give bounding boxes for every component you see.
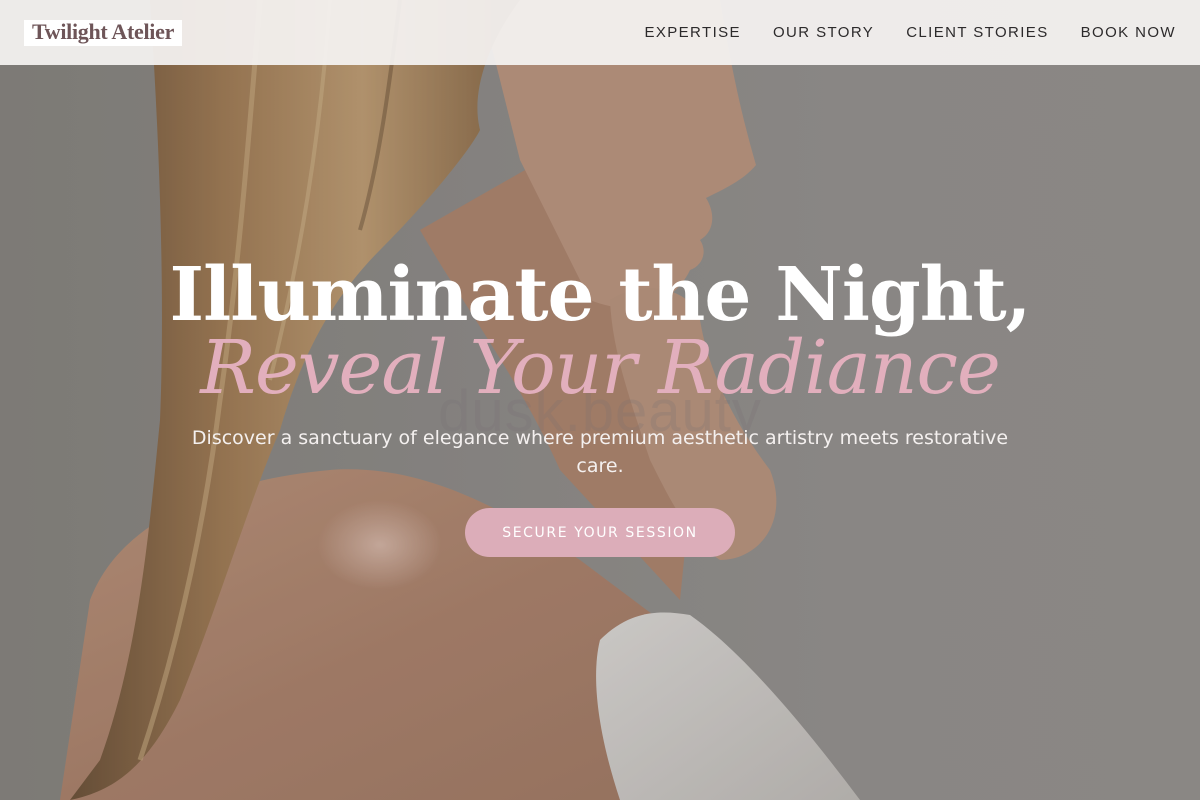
secure-session-button[interactable]: SECURE YOUR SESSION [465, 508, 735, 557]
nav-item-client-stories[interactable]: CLIENT STORIES [906, 24, 1048, 41]
logo[interactable]: Twilight Atelier [24, 18, 183, 46]
hero-headline-accent: Reveal Your Radiance [200, 325, 1001, 411]
logo-text: Twilight Atelier [32, 18, 175, 44]
main-nav: EXPERTISE OUR STORY CLIENT STORIES BOOK … [644, 24, 1176, 41]
nav-item-our-story[interactable]: OUR STORY [773, 24, 874, 41]
hero-subtitle: Discover a sanctuary of elegance where p… [191, 427, 1009, 477]
nav-item-book-now[interactable]: BOOK NOW [1081, 24, 1176, 41]
nav-item-expertise[interactable]: EXPERTISE [644, 24, 741, 41]
site-header: Twilight Atelier EXPERTISE OUR STORY CLI… [0, 0, 1200, 65]
hero-content: dusk.beauty Illuminate the Night, Reveal… [0, 0, 1200, 800]
